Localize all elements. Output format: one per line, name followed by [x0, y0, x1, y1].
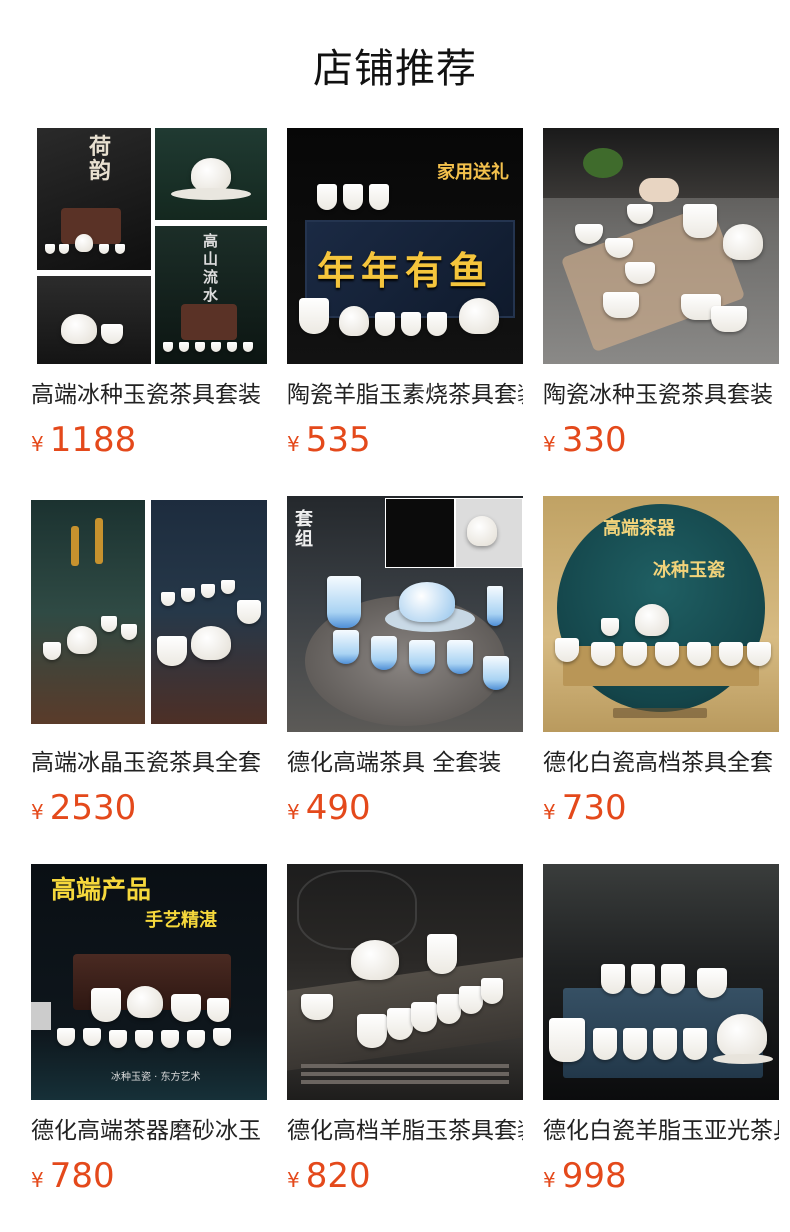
product-image[interactable] — [287, 864, 523, 1100]
product-image[interactable] — [543, 864, 779, 1100]
image-text: 家用送礼 — [437, 162, 509, 183]
product-card[interactable]: 德化高档羊脂玉茶具套装 ¥820 — [287, 864, 523, 1196]
price-value: 2530 — [49, 788, 137, 828]
product-card[interactable]: 家用送礼 年年有鱼 陶瓷羊脂玉素烧茶具套装 ¥535 — [287, 128, 523, 460]
product-card[interactable]: 套组 德化高端茶具 全套装 ¥490 — [287, 496, 523, 828]
product-name[interactable]: 陶瓷羊脂玉素烧茶具套装 — [287, 380, 523, 410]
product-price: ¥820 — [287, 1156, 523, 1196]
product-card[interactable]: 高端产品 手艺精湛 冰种玉瓷 · 东方艺术 德化高端茶器磨砂冰玉 ¥780 — [31, 864, 267, 1196]
product-image[interactable]: 高端茶器 冰种玉瓷 — [543, 496, 779, 732]
product-name[interactable]: 陶瓷冰种玉瓷茶具套装 — [543, 380, 779, 410]
image-text: 套组 — [295, 509, 313, 550]
currency-symbol: ¥ — [543, 1168, 556, 1192]
product-price: ¥1188 — [31, 420, 267, 460]
image-text: 高山流水 — [203, 232, 219, 304]
product-card[interactable]: 荷韵 高山流水 高端冰种玉瓷茶具套装 ¥1188 — [31, 128, 267, 460]
product-name[interactable]: 德化高端茶器磨砂冰玉 — [31, 1116, 267, 1146]
image-text: 冰种玉瓷 · 东方艺术 — [111, 1072, 201, 1083]
product-image[interactable]: 家用送礼 年年有鱼 — [287, 128, 523, 364]
product-name[interactable]: 德化高端茶具 全套装 — [287, 748, 523, 778]
currency-symbol: ¥ — [31, 1168, 44, 1192]
product-name[interactable]: 高端冰种玉瓷茶具套装 — [31, 380, 267, 410]
product-card[interactable]: 陶瓷冰种玉瓷茶具套装 ¥330 — [543, 128, 779, 460]
image-text: 手艺精湛 — [145, 910, 217, 931]
price-value: 490 — [305, 788, 371, 828]
currency-symbol: ¥ — [287, 432, 300, 456]
product-price: ¥2530 — [31, 788, 267, 828]
product-image[interactable]: 荷韵 高山流水 — [31, 128, 267, 364]
product-card[interactable]: 高端茶器 冰种玉瓷 德化白瓷高档茶具全套 ¥730 — [543, 496, 779, 828]
product-name[interactable]: 德化高档羊脂玉茶具套装 — [287, 1116, 523, 1146]
product-name[interactable]: 德化白瓷高档茶具全套 — [543, 748, 779, 778]
currency-symbol: ¥ — [543, 800, 556, 824]
product-price: ¥490 — [287, 788, 523, 828]
currency-symbol: ¥ — [287, 800, 300, 824]
price-value: 730 — [561, 788, 627, 828]
product-grid: 荷韵 高山流水 高端冰种玉瓷茶具套装 ¥1188 家用送礼 年年有鱼 陶瓷羊脂玉… — [0, 0, 790, 1232]
price-value: 535 — [305, 420, 371, 460]
image-text: 冰种玉瓷 — [653, 560, 725, 581]
product-price: ¥780 — [31, 1156, 267, 1196]
product-price: ¥535 — [287, 420, 523, 460]
image-text: 高端产品 — [51, 875, 152, 904]
price-value: 998 — [561, 1156, 627, 1196]
product-image[interactable] — [543, 128, 779, 364]
currency-symbol: ¥ — [287, 1168, 300, 1192]
currency-symbol: ¥ — [31, 800, 44, 824]
price-value: 1188 — [49, 420, 137, 460]
product-card[interactable]: 高端冰晶玉瓷茶具全套 ¥2530 — [31, 496, 267, 828]
product-name[interactable]: 高端冰晶玉瓷茶具全套 — [31, 748, 267, 778]
price-value: 330 — [561, 420, 627, 460]
image-text: 高端茶器 — [603, 518, 675, 539]
price-value: 780 — [49, 1156, 115, 1196]
image-text: 荷韵 — [89, 135, 112, 184]
product-price: ¥730 — [543, 788, 779, 828]
product-name[interactable]: 德化白瓷羊脂玉亚光茶具 — [543, 1116, 779, 1146]
product-card[interactable]: 德化白瓷羊脂玉亚光茶具 ¥998 — [543, 864, 779, 1196]
product-price: ¥330 — [543, 420, 779, 460]
image-text: 年年有鱼 — [317, 249, 494, 293]
product-price: ¥998 — [543, 1156, 779, 1196]
currency-symbol: ¥ — [543, 432, 556, 456]
product-image[interactable] — [31, 496, 267, 732]
price-value: 820 — [305, 1156, 371, 1196]
currency-symbol: ¥ — [31, 432, 44, 456]
product-image[interactable]: 套组 — [287, 496, 523, 732]
product-image[interactable]: 高端产品 手艺精湛 冰种玉瓷 · 东方艺术 — [31, 864, 267, 1100]
